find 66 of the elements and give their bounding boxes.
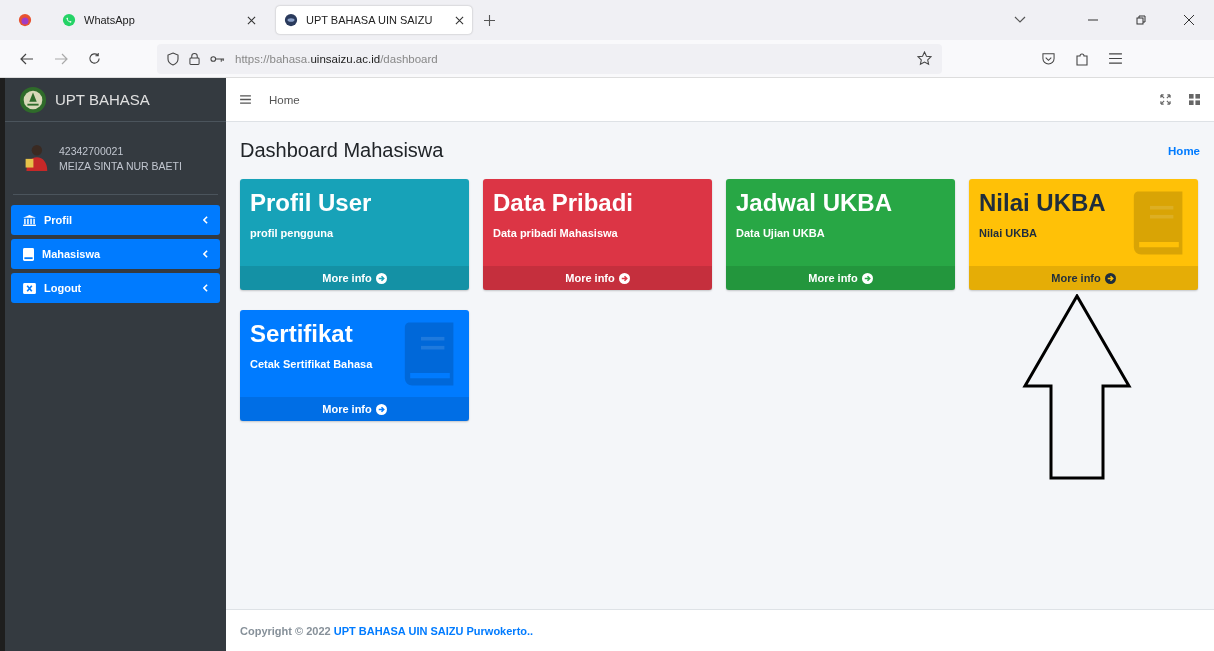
card-title: Nilai UKBA — [979, 189, 1107, 217]
restore-icon[interactable] — [1136, 15, 1146, 25]
brand-name[interactable]: UPT BAHASA — [55, 91, 150, 108]
card-subtitle: profil pengguna — [250, 227, 335, 239]
chevron-left-icon — [203, 216, 208, 224]
sidebar-item[interactable]: Profil — [11, 205, 220, 235]
reload-icon[interactable] — [88, 52, 101, 65]
menu-icon[interactable] — [240, 95, 251, 104]
user-id: 42342700021 — [59, 144, 125, 157]
card-subtitle: Cetak Sertifikat Bahasa — [250, 358, 374, 370]
copyright-text: Copyright © 2022 UPT BAHASA UIN SAIZU Purwokerto.. — [240, 624, 534, 637]
card-title: Profil User — [250, 189, 373, 217]
close-icon[interactable] — [455, 15, 464, 25]
browser-tab[interactable]: UPT BAHASA UIN SAIZU — [276, 6, 472, 34]
browser-logo-icon[interactable] — [18, 13, 32, 27]
fullscreen-icon[interactable] — [1160, 94, 1171, 105]
card-title: Jadwal UKBA — [736, 189, 894, 217]
more-info-link[interactable]: More info — [240, 397, 469, 421]
pocket-icon[interactable] — [1042, 52, 1055, 65]
site-icon — [284, 13, 298, 27]
menu-icon[interactable] — [1109, 53, 1122, 64]
sidebar-item[interactable]: Mahasiswa — [11, 239, 220, 269]
shield-icon — [167, 51, 179, 66]
key-icon — [210, 54, 225, 63]
card-subtitle: Nilai UKBA — [979, 227, 1039, 239]
more-info-link[interactable]: More info — [483, 266, 712, 290]
arrow-circle-icon — [618, 272, 630, 284]
close-square-icon — [23, 282, 36, 294]
tab-title: WhatsApp — [84, 14, 136, 26]
card-title: Sertifikat — [250, 320, 354, 348]
more-info-link[interactable]: More info — [969, 266, 1198, 290]
back-icon[interactable] — [20, 52, 34, 65]
sidebar-item[interactable]: Logout — [11, 273, 220, 303]
logo-icon — [19, 85, 47, 114]
close-icon[interactable] — [1184, 15, 1194, 25]
book-icon — [23, 247, 34, 261]
address-bar[interactable]: https://bahasa.uinsaizu.ac.id/dashboard — [157, 43, 942, 74]
url-text: https://bahasa.uinsaizu.ac.id/dashboard — [235, 52, 438, 65]
card-title: Data Pribadi — [493, 189, 635, 217]
lock-icon — [189, 51, 200, 66]
page-title: Dashboard Mahasiswa — [240, 139, 444, 162]
grid-icon[interactable] — [1189, 94, 1200, 105]
user-name: MEIZA SINTA NUR BAETI — [59, 159, 182, 172]
footer-link[interactable]: UPT BAHASA UIN SAIZU Purwokerto.. — [333, 624, 534, 637]
chevron-down-icon[interactable] — [1014, 16, 1026, 24]
home-link[interactable]: Home — [269, 93, 300, 106]
tab-title: UPT BAHASA UIN SAIZU — [306, 14, 434, 26]
arrow-circle-icon — [861, 272, 873, 284]
browser-tab[interactable]: WhatsApp — [54, 6, 264, 34]
breadcrumb-link[interactable]: Home — [1168, 144, 1200, 157]
more-info-link[interactable]: More info — [240, 266, 469, 290]
arrow-circle-icon — [1104, 272, 1116, 284]
new-tab-icon[interactable] — [484, 14, 495, 26]
avatar-icon — [23, 142, 49, 174]
more-info-link[interactable]: More info — [726, 266, 955, 290]
arrow-circle-icon — [375, 403, 387, 415]
card-subtitle: Data Ujian UKBA — [736, 227, 826, 239]
chevron-left-icon — [203, 250, 208, 258]
arrow-circle-icon — [375, 272, 387, 284]
card-subtitle: Data pribadi Mahasiswa — [493, 227, 619, 239]
close-icon[interactable] — [247, 15, 256, 25]
puzzle-icon[interactable] — [1075, 50, 1089, 67]
star-icon[interactable] — [917, 51, 932, 66]
bank-icon — [23, 214, 36, 226]
chat-icon — [62, 13, 76, 27]
chevron-left-icon — [203, 284, 208, 292]
